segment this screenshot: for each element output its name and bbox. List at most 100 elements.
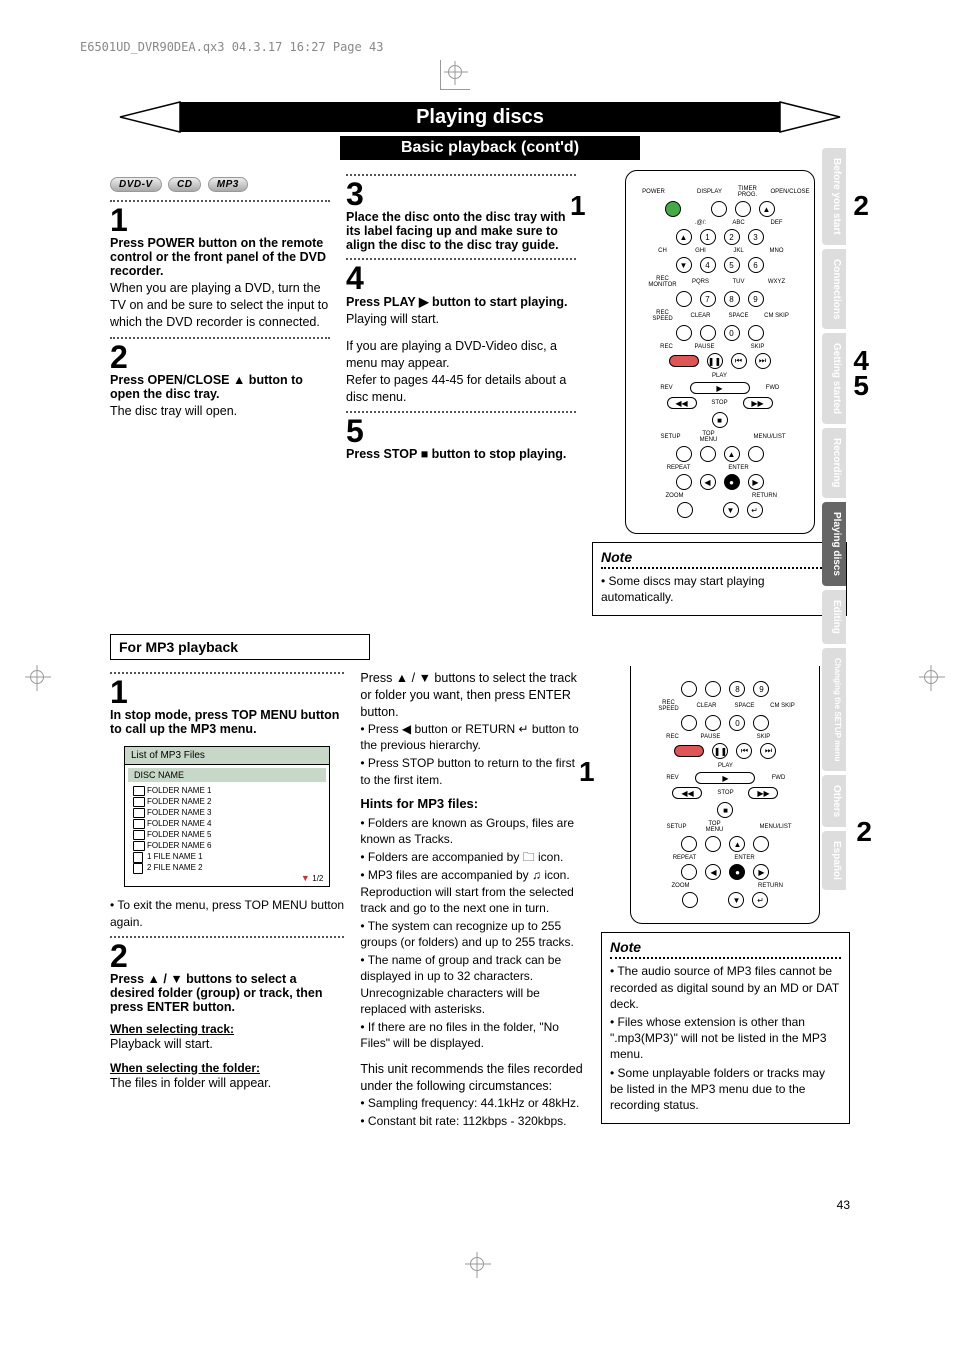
- tab-recording: Recording: [822, 428, 846, 497]
- remote-label: ENTER: [729, 855, 759, 861]
- step-3-bold: Place the disc onto the disc tray with i…: [346, 210, 576, 252]
- step-2-bold: Press OPEN/CLOSE ▲ button to open the di…: [110, 373, 330, 401]
- callout-2: 2: [853, 190, 869, 222]
- mp3-col2-bullet: • Press STOP button to return to the fir…: [360, 755, 585, 787]
- divider: [346, 411, 576, 413]
- hint-item: • The system can recognize up to 255 gro…: [360, 918, 585, 950]
- remote-label: CM SKIP: [767, 703, 797, 709]
- remote-button: [681, 836, 697, 852]
- remote-button: ◀◀: [672, 787, 702, 799]
- hint-item: • MP3 files are accompanied by ♫ icon. R…: [360, 867, 585, 916]
- remote-label: SKIP: [733, 734, 793, 740]
- callout-1: 1: [579, 756, 595, 788]
- remote-button: ◀◀: [667, 397, 697, 409]
- tab-before-you-start: Before you start: [822, 148, 846, 245]
- note-box-1: Note • Some discs may start playing auto…: [592, 542, 847, 616]
- step-4-text: Playing will start.: [346, 311, 576, 328]
- print-header: E6501UD_DVR90DEA.qx3 04.3.17 16:27 Page …: [80, 40, 383, 54]
- remote-button: 2: [724, 229, 740, 245]
- remote-label: OPEN/CLOSE: [771, 189, 801, 195]
- tab-getting-started: Getting started: [822, 333, 846, 424]
- divider: [601, 567, 838, 569]
- when-selecting-folder-text: The files in folder will appear.: [110, 1075, 344, 1092]
- divider: [346, 174, 576, 176]
- callout-5: 5: [853, 370, 869, 402]
- divider: [110, 200, 330, 202]
- note-title: Note: [610, 939, 841, 955]
- remote-label: ZOOM: [660, 493, 690, 499]
- remote-button: 1: [700, 229, 716, 245]
- remote-label: RETURN: [755, 883, 785, 889]
- hint-item: • Folders are known as Groups, files are…: [360, 815, 585, 847]
- remote-button: ▼: [723, 502, 739, 518]
- remote-label: SPACE: [729, 703, 759, 709]
- remote-button: ↵: [747, 502, 763, 518]
- play-button-icon: ▶: [695, 772, 755, 784]
- banner-frame: Playing discs: [110, 100, 850, 134]
- remote-label: CLEAR: [686, 313, 716, 319]
- remote-button: [711, 201, 727, 217]
- remote-label: REC SPEED: [653, 700, 683, 712]
- remote-label: SPACE: [724, 313, 754, 319]
- remote-button: ↵: [752, 892, 768, 908]
- remote-button: ⏭: [755, 353, 771, 369]
- divider: [110, 337, 330, 339]
- remote-button: [676, 325, 692, 341]
- divider: [346, 258, 576, 260]
- remote-diagram-bottom: 1 2 89 REC SPEEDCLEARSPACECM SKIP 0 RECP…: [601, 666, 850, 924]
- divider: [110, 936, 344, 938]
- hint-item: • Folders are accompanied by 🗀 icon.: [360, 849, 585, 865]
- osd-disc-name: DISC NAME: [128, 768, 326, 782]
- remote-label: REC MONITOR: [648, 276, 678, 288]
- osd-folder-item: FOLDER NAME 3: [125, 807, 329, 818]
- remote-label: FWD: [763, 775, 793, 781]
- remote-button: 0: [724, 325, 740, 341]
- osd-title: List of MP3 Files: [125, 747, 329, 765]
- remote-button: 5: [724, 257, 740, 273]
- remote-button: ▲: [759, 201, 775, 217]
- remote-label: STOP: [705, 400, 735, 406]
- remote-label: GHI: [686, 248, 716, 254]
- remote-label: TOP MENU: [694, 431, 724, 443]
- remote-button: ▲: [676, 229, 692, 245]
- mp3-step-1-bold: In stop mode, press TOP MENU button to c…: [110, 708, 344, 736]
- remote-button: ▶: [748, 474, 764, 490]
- osd-folder-item: FOLDER NAME 2: [125, 796, 329, 807]
- osd-folder-item: FOLDER NAME 6: [125, 840, 329, 851]
- remote-label: REPEAT: [664, 465, 694, 471]
- remote-label: FWD: [758, 385, 788, 391]
- registration-mark-bottom: [470, 1257, 484, 1271]
- note-title: Note: [601, 549, 838, 565]
- remote-label: REC SPEED: [648, 310, 678, 322]
- remote-button: [705, 681, 721, 697]
- remote-label: WXYZ: [762, 279, 792, 285]
- remote-button: [682, 892, 698, 908]
- note-item: • Some unplayable folders or tracks may …: [610, 1065, 841, 1114]
- remote-label: SKIP: [728, 344, 788, 350]
- mp3-step-1-number: 1: [110, 676, 344, 708]
- remote-button: [677, 502, 693, 518]
- remote-label: DISPLAY: [695, 189, 725, 195]
- remote-label: TIMER PROG.: [733, 186, 763, 198]
- osd-folder-item: FOLDER NAME 5: [125, 829, 329, 840]
- remote-label: MNO: [762, 248, 792, 254]
- enter-button-icon: ●: [729, 864, 745, 880]
- recommend-item: • Constant bit rate: 112kbps - 320kbps.: [360, 1113, 585, 1129]
- callout-1: 1: [570, 190, 586, 222]
- mp3-step-1-note: • To exit the menu, press TOP MENU butto…: [110, 897, 344, 929]
- note-item: • The audio source of MP3 files cannot b…: [610, 963, 841, 1012]
- divider: [110, 672, 344, 674]
- remote-button: ▶▶: [743, 397, 773, 409]
- remote-label: SETUP: [661, 824, 691, 830]
- step-1-number: 1: [110, 204, 330, 236]
- remote-button: [700, 446, 716, 462]
- remote-label: STOP: [710, 790, 740, 796]
- tab-espanol: Español: [822, 831, 846, 890]
- remote-button: 7: [700, 291, 716, 307]
- remote-label: POWER: [639, 189, 669, 195]
- remote-button: [681, 864, 697, 880]
- osd-file-item: 2 FILE NAME 2: [125, 862, 329, 873]
- remote-label: ZOOM: [665, 883, 695, 889]
- badge-cd: CD: [168, 177, 201, 192]
- hint-item: • The name of group and track can be dis…: [360, 952, 585, 1017]
